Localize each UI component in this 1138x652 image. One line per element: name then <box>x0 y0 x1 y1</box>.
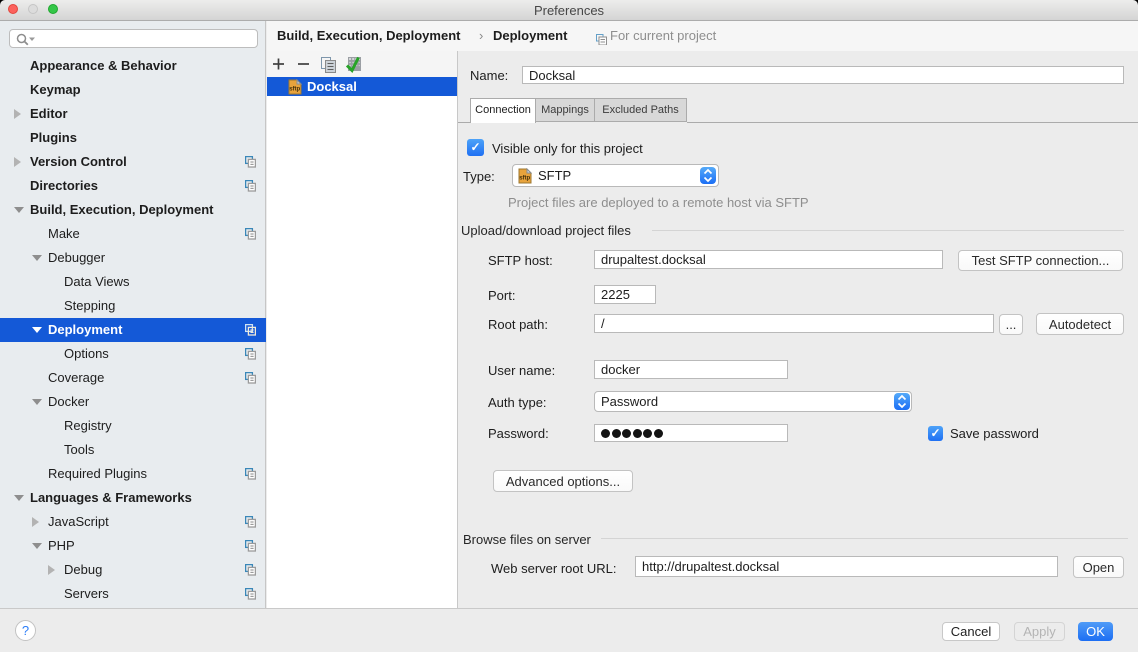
svg-text:sftp: sftp <box>289 87 300 93</box>
svg-text:sftp: sftp <box>519 175 530 181</box>
